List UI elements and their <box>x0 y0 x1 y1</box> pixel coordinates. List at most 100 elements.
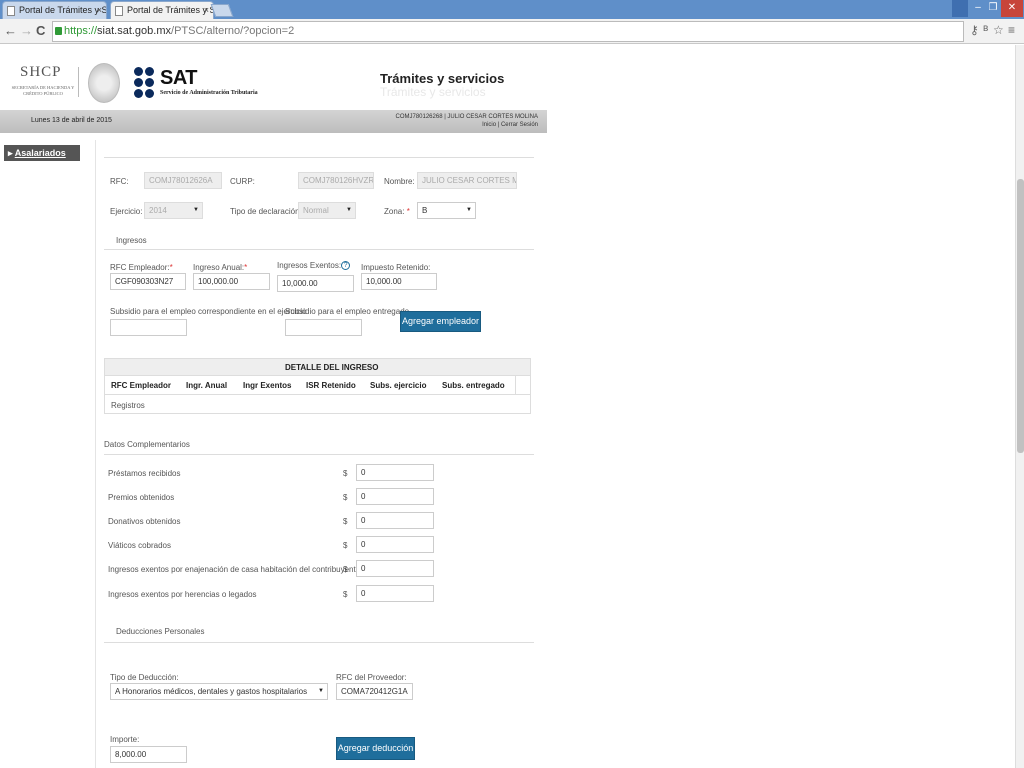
row-label: Ingresos exentos por herencias o legados <box>108 590 257 599</box>
impuesto-retenido-input[interactable]: 10,000.00 <box>361 273 437 290</box>
column-header: Ingr Exentos <box>243 381 292 390</box>
address-bar[interactable]: https://siat.sat.gob.mx/PTSC/alterno/?op… <box>52 21 964 42</box>
arrow-right-icon: ▸ <box>8 148 13 158</box>
browser-tab-1[interactable]: Portal de Trámites y Serv × <box>2 1 107 19</box>
row-label: Viáticos cobrados <box>108 541 171 550</box>
scrollbar-thumb[interactable] <box>1017 179 1024 453</box>
content-border-left <box>95 140 96 768</box>
menu-icon[interactable]: ≡ <box>1008 23 1015 37</box>
help-icon[interactable]: ? <box>341 261 351 270</box>
close-window-button[interactable]: ✕ <box>1001 0 1023 17</box>
sidebar-item-label: Asalariados <box>14 148 66 158</box>
tipo-deduccion-label: Tipo de Deducción: <box>110 673 179 682</box>
enajenacion-input[interactable]: 0 <box>356 560 434 577</box>
reload-icon[interactable]: C <box>36 23 45 38</box>
curp-label: CURP: <box>230 177 255 186</box>
required-mark: * <box>406 207 410 216</box>
tipo-declaracion-select: Normal ▼ <box>298 202 356 219</box>
star-icon[interactable]: ☆ <box>993 23 1004 37</box>
currency-symbol: $ <box>343 517 348 526</box>
page-title: Trámites y servicios <box>380 71 505 86</box>
subsidio-entregado-input[interactable] <box>285 319 362 336</box>
shcp-logo: SHCP <box>20 64 62 80</box>
table-empty-row: Registros <box>111 401 145 410</box>
forward-icon[interactable]: → <box>20 23 33 38</box>
ingresos-exentos-label-text: Ingresos Exentos: <box>277 261 342 270</box>
chevron-down-icon: ▼ <box>193 207 199 213</box>
donativos-input[interactable]: 0 <box>356 512 434 529</box>
row-label: Premios obtenidos <box>108 493 175 502</box>
sidebar-item-asalariados[interactable]: ▸ Asalariados <box>4 145 80 161</box>
agregar-deduccion-button[interactable]: Agregar deducción <box>336 737 415 760</box>
rfc-proveedor-input[interactable]: COMA720412G1A <box>336 683 413 700</box>
chevron-down-icon: ▼ <box>466 207 472 213</box>
row-label: Donativos obtenidos <box>108 517 181 526</box>
viaticos-input[interactable]: 0 <box>356 536 434 553</box>
close-tab-icon[interactable]: × <box>204 2 209 19</box>
currency-symbol: $ <box>343 541 348 550</box>
page-title-shadow: Trámites y servicios <box>380 85 486 99</box>
minimize-button[interactable]: – <box>970 0 986 17</box>
national-seal-icon <box>88 63 120 103</box>
ingresos-exentos-input[interactable]: 10,000.00 <box>277 275 354 292</box>
currency-symbol: $ <box>343 590 348 599</box>
translate-icon[interactable]: ʙ <box>983 23 988 34</box>
new-tab-button[interactable] <box>210 4 234 17</box>
nombre-field: JULIO CESAR CORTES MOLINA <box>417 172 517 189</box>
herencias-input[interactable]: 0 <box>356 585 434 602</box>
chevron-down-icon: ▼ <box>318 688 324 694</box>
agregar-empleador-button[interactable]: Agregar empleador <box>400 311 481 332</box>
rfc-proveedor-label: RFC del Proveedor: <box>336 673 407 682</box>
ejercicio-select: 2014 ▼ <box>144 202 203 219</box>
sat-logo-text: SAT <box>160 67 198 89</box>
url-path: /PTSC/alterno/?opcion=2 <box>171 25 295 37</box>
sat-logo-subtitle: Servicio de Administración Tributaria <box>160 90 258 96</box>
session-links[interactable]: Inicio | Cerrar Sesión <box>396 121 538 129</box>
subsidio-ejercicio-input[interactable] <box>110 319 187 336</box>
zona-select[interactable]: B ▼ <box>417 202 476 219</box>
detalle-table-title: DETALLE DEL INGRESO <box>285 363 379 372</box>
datos-complementarios-heading: Datos Complementarios <box>104 440 190 449</box>
browser-toolbar: ← → C https://siat.sat.gob.mx/PTSC/alter… <box>0 19 1024 44</box>
back-icon[interactable]: ← <box>4 23 17 38</box>
user-rfc-name: COMJ780126268 | JULIO CESAR CORTES MOLIN… <box>395 114 539 120</box>
browser-tab-bar: Portal de Trámites y Serv × Portal de Tr… <box>0 0 1024 19</box>
importe-label: Importe: <box>110 735 140 744</box>
key-icon[interactable]: ⚷ <box>970 23 979 37</box>
tipo-deduccion-select[interactable]: A Honorarios médicos, dentales y gastos … <box>110 683 328 700</box>
premios-input[interactable]: 0 <box>356 488 434 505</box>
prestamos-input[interactable]: 0 <box>356 464 434 481</box>
zona-value: B <box>422 206 428 215</box>
shcp-subtitle: SECRETARÍA DE HACIENDA Y CRÉDITO PÚBLICO <box>11 85 75 96</box>
page-scrollbar[interactable] <box>1015 45 1024 768</box>
subsidio-entregado-label: Subsidio para el empleo entregado <box>285 307 410 316</box>
top-divider <box>104 157 534 158</box>
browser-tab-2[interactable]: Portal de Trámites y Serv × <box>110 1 214 19</box>
restore-button[interactable]: ❐ <box>985 0 1001 17</box>
rfc-empleador-label: RFC Empleador:* <box>110 263 173 272</box>
url-scheme: https:// <box>64 25 98 37</box>
tab-title: Portal de Trámites y Serv <box>19 5 107 15</box>
column-header: Subs. ejercicio <box>370 381 427 390</box>
impuesto-retenido-label: Impuesto Retenido: <box>361 263 431 272</box>
deducciones-heading: Deducciones Personales <box>116 627 205 636</box>
page-icon <box>7 6 15 16</box>
close-tab-icon[interactable]: × <box>97 2 102 19</box>
tipo-declaracion-value: Normal <box>303 206 329 215</box>
row-label: Ingresos exentos por enajenación de casa… <box>108 565 361 574</box>
rfc-empleador-label-text: RFC Empleador: <box>110 263 170 272</box>
curp-field: COMJ780126HVZRLL08 <box>298 172 374 189</box>
lock-icon <box>55 27 62 35</box>
column-header: ISR Retenido <box>306 381 356 390</box>
ejercicio-label: Ejercicio: <box>110 207 143 216</box>
ingreso-anual-input[interactable]: 100,000.00 <box>193 273 270 290</box>
user-icon[interactable] <box>952 0 968 17</box>
rfc-empleador-input[interactable]: CGF090303N27 <box>110 273 186 290</box>
detalle-table: DETALLE DEL INGRESO RFC Empleador Ingr. … <box>104 358 531 414</box>
table-row-divider <box>105 394 530 395</box>
rfc-field: COMJ78012626A <box>144 172 222 189</box>
currency-symbol: $ <box>343 565 348 574</box>
importe-input[interactable]: 8,000.00 <box>110 746 187 763</box>
rfc-label: RFC: <box>110 177 129 186</box>
user-info: COMJ780126268 | JULIO CESAR CORTES MOLIN… <box>396 113 539 129</box>
